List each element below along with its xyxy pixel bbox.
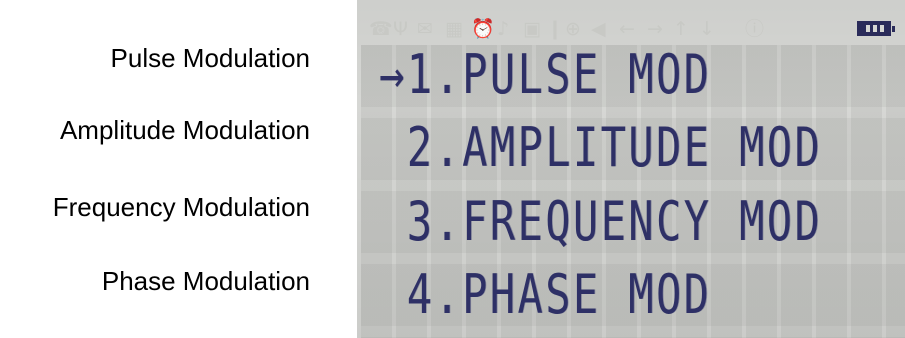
selection-cursor-icon: → [379, 43, 407, 106]
menu-item-label: 4.PHASE MOD [406, 263, 712, 326]
lcd-display: ☎ Ψ ✉ ▦ ⏰ ♪ ▣ ❙ ⊕ ◀ ← → ↑ ↓ ⓘ →1.PULSE M… [357, 0, 905, 338]
label-amplitude-modulation: Amplitude Modulation [59, 115, 310, 145]
menu-item-label: 1.PULSE MOD [406, 43, 712, 106]
menu-item-label: 2.AMPLITUDE MOD [406, 116, 823, 179]
menu-item-label: 3.FREQUENCY MOD [406, 190, 823, 253]
menu-item-amplitude-mod[interactable]: 2.AMPLITUDE MOD [379, 119, 822, 177]
menu-item-frequency-mod[interactable]: 3.FREQUENCY MOD [379, 193, 822, 251]
modulation-labels: Pulse Modulation Amplitude Modulation Fr… [0, 0, 330, 338]
lcd-menu: →1.PULSE MOD 2.AMPLITUDE MOD 3.FREQUENCY… [357, 0, 905, 338]
label-pulse-modulation: Pulse Modulation [110, 43, 310, 73]
menu-item-pulse-mod[interactable]: →1.PULSE MOD [379, 46, 711, 104]
label-phase-modulation: Phase Modulation [101, 266, 310, 296]
label-frequency-modulation: Frequency Modulation [52, 192, 310, 222]
menu-item-phase-mod[interactable]: 4.PHASE MOD [379, 266, 711, 324]
